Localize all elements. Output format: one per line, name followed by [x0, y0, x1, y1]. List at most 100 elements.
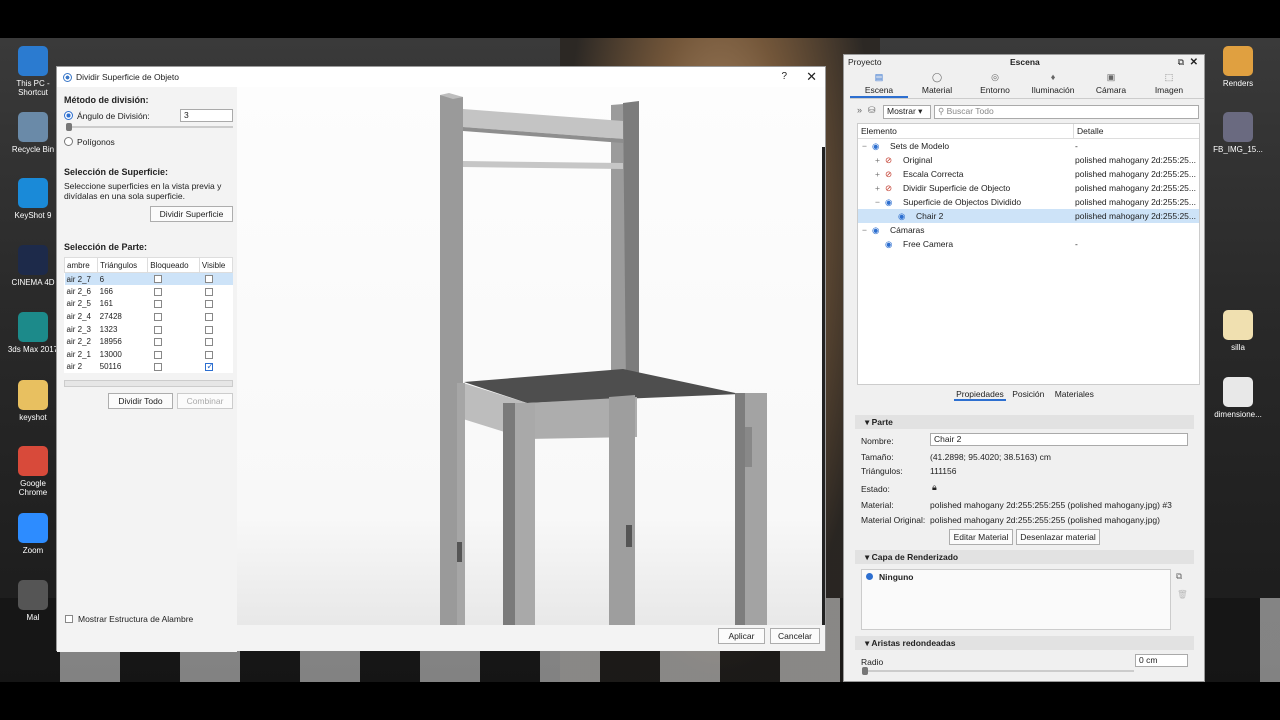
subtab-properties[interactable]: Propiedades: [954, 389, 1006, 401]
angle-input[interactable]: 3: [180, 109, 233, 122]
tab-cámara[interactable]: ▣ Cámara: [1082, 69, 1140, 98]
tree-row[interactable]: ◉ Chair 2 polished mahogany 2d:255:25...: [858, 209, 1199, 223]
table-row[interactable]: air 2_7 6: [64, 272, 233, 286]
visible-eye-icon[interactable]: ◉: [872, 139, 879, 153]
column-header[interactable]: Bloqueado: [147, 257, 200, 273]
apply-button[interactable]: Aplicar: [718, 628, 765, 644]
edit-material-button[interactable]: Editar Material: [949, 529, 1013, 545]
wireframe-checkbox[interactable]: [65, 615, 73, 623]
undock-icon[interactable]: ⧉: [1178, 57, 1184, 68]
desktop-icon-6[interactable]: Google Chrome: [5, 446, 61, 497]
expander-icon[interactable]: +: [875, 153, 880, 167]
desktop-icon-2[interactable]: KeyShot 9: [5, 178, 61, 220]
tree-row[interactable]: − ◉ Superficie de Objectos Dividido polishe…: [858, 195, 1199, 209]
tab-escena[interactable]: ▤ Escena: [850, 69, 908, 98]
locked-checkbox[interactable]: [153, 325, 162, 334]
desktop-icon-5[interactable]: keyshot: [5, 380, 61, 422]
locked-checkbox[interactable]: [153, 312, 162, 321]
tree-row[interactable]: + ⊘ Original polished mahogany 2d:255:25...: [858, 153, 1199, 167]
locked-checkbox[interactable]: [153, 300, 162, 309]
visible-checkbox[interactable]: [205, 325, 214, 334]
angle-slider-handle[interactable]: [66, 123, 72, 131]
expander-icon[interactable]: −: [862, 139, 867, 153]
radius-slider-handle[interactable]: [862, 667, 868, 675]
hidden-eye-icon[interactable]: ⊘: [885, 167, 892, 181]
expander-icon[interactable]: −: [862, 223, 867, 237]
desktop-icon-right-2[interactable]: silla: [1210, 310, 1266, 352]
table-row[interactable]: air 2_2 18956: [65, 335, 233, 348]
expander-icon[interactable]: +: [875, 167, 880, 181]
visible-checkbox[interactable]: [205, 312, 214, 321]
polygons-radio[interactable]: [64, 137, 73, 146]
tree-row[interactable]: ◉ Free Camera -: [858, 237, 1199, 251]
split-all-button[interactable]: Dividir Todo: [108, 393, 173, 409]
table-row[interactable]: air 2_5 161: [65, 298, 233, 311]
table-row[interactable]: air 2 50116: [65, 361, 233, 374]
expander-icon[interactable]: +: [875, 181, 880, 195]
desktop-icon-right-0[interactable]: Renders: [1210, 46, 1266, 88]
column-header[interactable]: ambre: [63, 257, 99, 273]
table-scrollbar[interactable]: [64, 380, 233, 387]
desktop-icon-0[interactable]: This PC - Shortcut: [5, 46, 61, 97]
name-input[interactable]: Chair 2: [930, 433, 1188, 446]
desktop-icon-right-3[interactable]: dimensione...: [1210, 377, 1266, 419]
tree-row[interactable]: − ◉ Sets de Modelo -: [858, 139, 1199, 153]
tree-row[interactable]: + ⊘ Escala Correcta polished mahogany 2d:25…: [858, 167, 1199, 181]
filter-icon[interactable]: ⛁: [868, 105, 876, 116]
split-surface-button[interactable]: Dividir Superficie: [150, 206, 233, 222]
tree-row[interactable]: − ◉ Cámaras: [858, 223, 1199, 237]
tab-entorno[interactable]: ◎ Entorno: [966, 69, 1024, 98]
column-header[interactable]: Triángulos: [97, 257, 149, 273]
trash-icon[interactable]: 🗑︎: [1177, 589, 1188, 600]
desktop-icon-8[interactable]: Mal: [5, 580, 61, 622]
radius-input[interactable]: 0 cm: [1135, 654, 1188, 667]
close-icon[interactable]: ✕: [1190, 57, 1198, 68]
hidden-eye-icon[interactable]: ⊘: [885, 153, 892, 167]
search-input[interactable]: ⚲ Buscar Todo: [934, 105, 1199, 119]
hidden-eye-icon[interactable]: ⊘: [885, 181, 892, 195]
desktop-icon-7[interactable]: Zoom: [5, 513, 61, 555]
desktop-icon-3[interactable]: CINEMA 4D: [5, 245, 61, 287]
combine-button[interactable]: Combinar: [177, 393, 233, 409]
lock-icon[interactable]: 🔒︎: [932, 482, 937, 493]
visible-eye-icon[interactable]: ◉: [898, 209, 905, 223]
unlink-material-button[interactable]: Desenlazar material: [1016, 529, 1100, 545]
locked-checkbox[interactable]: [153, 363, 162, 372]
table-row[interactable]: air 2_1 13000: [65, 348, 233, 361]
render-layer-section-header[interactable]: ▾ Capa de Renderizado: [855, 550, 1194, 564]
part-section-header[interactable]: ▾ Parte: [855, 415, 1194, 429]
table-row[interactable]: air 2_3 1323: [65, 323, 233, 336]
close-button[interactable]: ✕: [806, 69, 817, 85]
visible-checkbox[interactable]: [205, 287, 214, 296]
locked-checkbox[interactable]: [153, 287, 162, 296]
locked-checkbox[interactable]: [153, 338, 162, 347]
tree-row[interactable]: + ⊘ Dividir Superficie de Objecto polished …: [858, 181, 1199, 195]
visible-checkbox[interactable]: [205, 338, 214, 347]
render-layer-item[interactable]: Ninguno: [879, 572, 913, 582]
tab-imagen[interactable]: ⬚ Imagen: [1140, 69, 1198, 98]
angle-radio[interactable]: [64, 111, 73, 120]
subtab-materials[interactable]: Materiales: [1055, 389, 1094, 399]
table-row[interactable]: air 2_4 27428: [65, 310, 233, 323]
expand-icon[interactable]: »: [857, 105, 862, 115]
rounded-edges-section-header[interactable]: ▾ Aristas redondeadas: [855, 636, 1194, 650]
visible-checkbox[interactable]: [205, 350, 214, 359]
radius-slider[interactable]: [864, 670, 1134, 672]
visible-eye-icon[interactable]: ◉: [885, 195, 892, 209]
visible-eye-icon[interactable]: ◉: [885, 237, 892, 251]
tab-iluminación[interactable]: ♦ Iluminación: [1024, 69, 1082, 98]
help-button[interactable]: ?: [781, 71, 787, 82]
subtab-position[interactable]: Posición: [1012, 389, 1044, 399]
tab-material[interactable]: ◯ Material: [908, 69, 966, 98]
table-row[interactable]: air 2_6 166: [65, 285, 233, 298]
locked-checkbox[interactable]: [153, 350, 162, 359]
preview-viewport[interactable]: [237, 87, 825, 625]
expander-icon[interactable]: −: [875, 195, 880, 209]
locked-checkbox[interactable]: [153, 275, 162, 284]
layers-icon[interactable]: ⧉: [1176, 571, 1182, 582]
visible-eye-icon[interactable]: ◉: [872, 223, 879, 237]
angle-slider-track[interactable]: [68, 126, 233, 128]
column-header[interactable]: Visible: [198, 257, 234, 273]
desktop-icon-4[interactable]: 3ds Max 2017: [5, 312, 61, 354]
show-dropdown[interactable]: Mostrar ▾: [883, 105, 931, 119]
